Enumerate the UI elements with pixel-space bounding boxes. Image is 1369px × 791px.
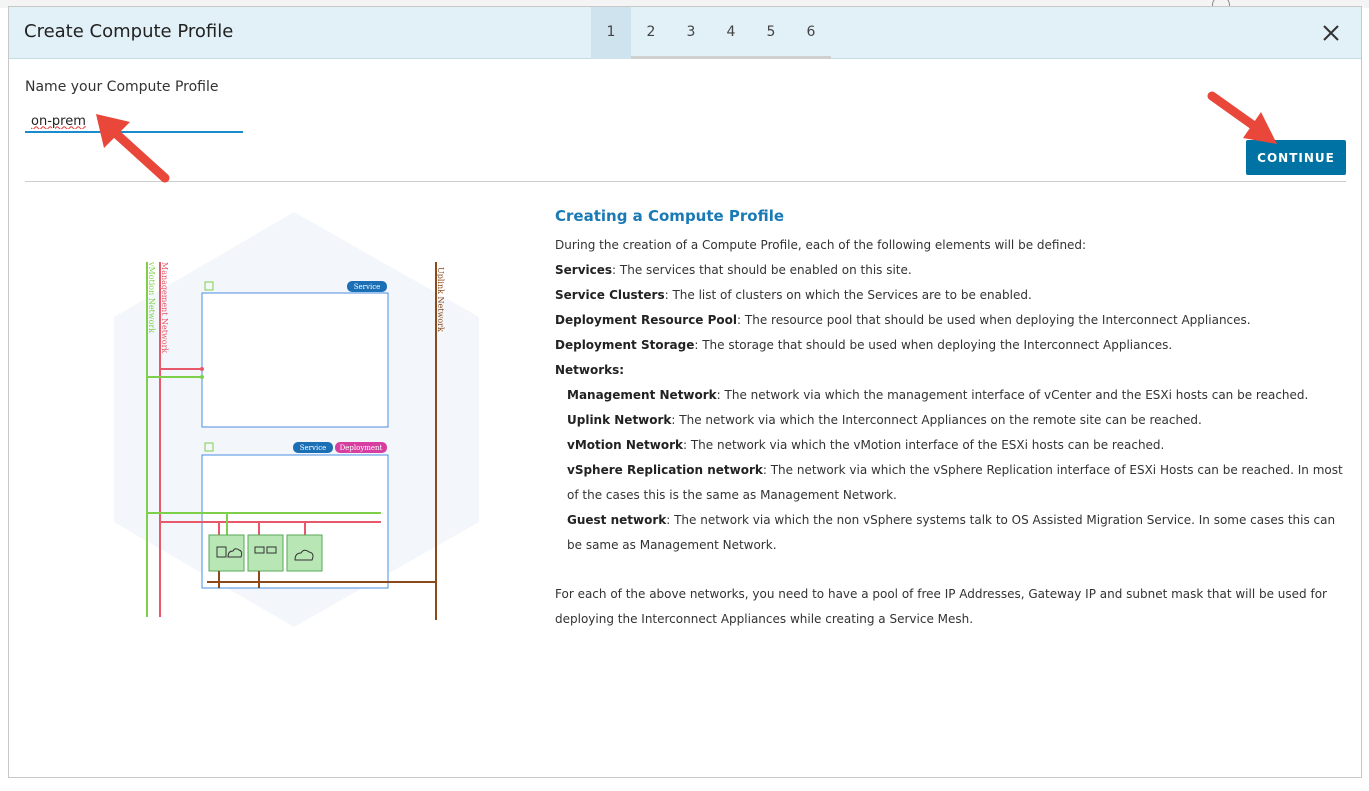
info-heading: Creating a Compute Profile [555, 207, 785, 225]
svg-text:Service: Service [300, 444, 327, 452]
network-extension-appliance-icon [286, 534, 323, 572]
svg-text:Deployment: Deployment [340, 444, 383, 452]
info-panel: Creating a Compute Profile During the cr… [555, 207, 1345, 632]
info-network-management: Management Network: The network via whic… [567, 388, 1309, 402]
form-divider [25, 181, 1346, 182]
info-network-uplink: Uplink Network: The network via which th… [567, 413, 1202, 427]
info-network-guest: Guest network: The network via which the… [567, 513, 1336, 552]
info-networks-heading: Networks: [555, 363, 625, 377]
continue-button[interactable]: CONTINUE [1246, 140, 1346, 175]
info-item-service-clusters: Service Clusters: The list of clusters o… [555, 288, 1032, 302]
wizard-steps: 1 2 3 4 5 6 [591, 7, 831, 59]
close-icon[interactable] [1319, 21, 1343, 45]
management-network-label: Management Network [160, 262, 169, 353]
info-item-storage: Deployment Storage: The storage that sho… [555, 338, 1173, 352]
info-item-resource-pool: Deployment Resource Pool: The resource p… [555, 313, 1251, 327]
svg-text:Service: Service [354, 283, 381, 291]
step-5-tab[interactable]: 5 [751, 7, 791, 56]
info-network-vmotion: vMotion Network: The network via which t… [567, 438, 1165, 452]
vmotion-network-label: vMotion Network [147, 261, 156, 333]
info-footer: For each of the above networks, you need… [555, 587, 1327, 626]
uplink-network-label: Uplink Network [436, 267, 445, 332]
step-3-tab[interactable]: 3 [671, 7, 711, 56]
step-6-tab[interactable]: 6 [791, 7, 831, 56]
step-1-tab[interactable]: 1 [591, 7, 631, 59]
compute-profile-diagram: vMotion Network Management Network Uplin… [114, 212, 479, 627]
service-cluster-box [201, 292, 389, 428]
dialog-header: Create Compute Profile 1 2 3 4 5 6 [9, 7, 1361, 59]
dialog-title: Create Compute Profile [24, 21, 234, 42]
step-4-tab[interactable]: 4 [711, 7, 751, 56]
profile-name-input[interactable] [25, 111, 243, 133]
info-network-vsphere-replication: vSphere Replication network: The network… [567, 463, 1343, 502]
profile-name-label: Name your Compute Profile [25, 79, 219, 95]
step-2-tab[interactable]: 2 [631, 7, 671, 56]
wan-optimization-appliance-icon [247, 534, 284, 572]
create-compute-profile-dialog: Create Compute Profile 1 2 3 4 5 6 Name … [8, 6, 1362, 778]
info-item-services: Services: The services that should be en… [555, 263, 912, 277]
info-intro: During the creation of a Compute Profile… [555, 238, 1087, 252]
